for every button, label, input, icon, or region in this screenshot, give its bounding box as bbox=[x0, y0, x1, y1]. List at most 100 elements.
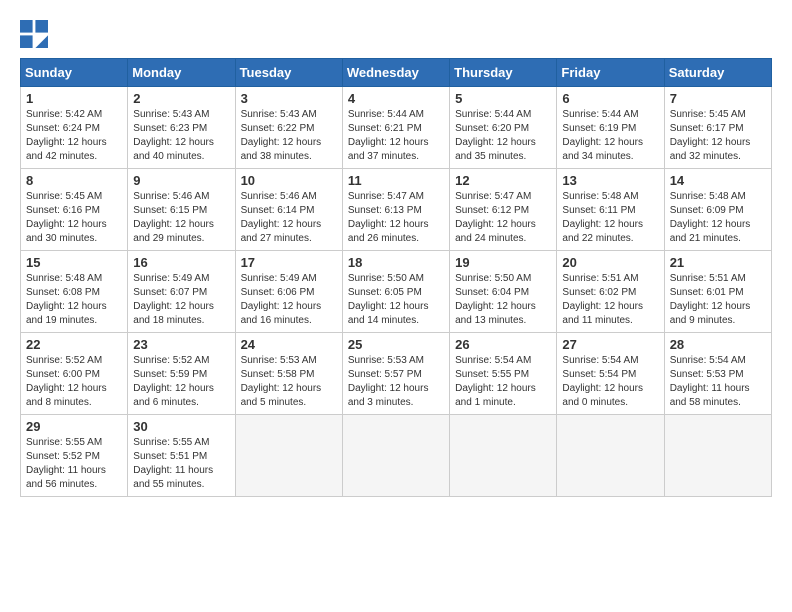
day-details: Sunrise: 5:54 AMSunset: 5:53 PMDaylight:… bbox=[670, 355, 750, 408]
day-details: Sunrise: 5:42 AMSunset: 6:24 PMDaylight:… bbox=[26, 109, 107, 162]
col-header-friday: Friday bbox=[557, 59, 664, 87]
week-row-1: 1 Sunrise: 5:42 AMSunset: 6:24 PMDaylight… bbox=[21, 87, 772, 169]
day-number: 27 bbox=[562, 337, 658, 352]
col-header-thursday: Thursday bbox=[450, 59, 557, 87]
day-number: 4 bbox=[348, 91, 444, 106]
week-row-3: 15 Sunrise: 5:48 AMSunset: 6:08 PMDayligh… bbox=[21, 251, 772, 333]
day-cell: 28 Sunrise: 5:54 AMSunset: 5:53 PMDayligh… bbox=[664, 333, 771, 415]
day-cell: 7 Sunrise: 5:45 AMSunset: 6:17 PMDaylight… bbox=[664, 87, 771, 169]
day-cell: 2 Sunrise: 5:43 AMSunset: 6:23 PMDaylight… bbox=[128, 87, 235, 169]
day-details: Sunrise: 5:51 AMSunset: 6:01 PMDaylight:… bbox=[670, 273, 751, 326]
day-number: 15 bbox=[26, 255, 122, 270]
day-details: Sunrise: 5:48 AMSunset: 6:09 PMDaylight:… bbox=[670, 191, 751, 244]
day-cell bbox=[664, 415, 771, 497]
week-row-5: 29Sunrise: 5:55 AMSunset: 5:52 PMDayligh… bbox=[21, 415, 772, 497]
day-number: 2 bbox=[133, 91, 229, 106]
day-details: Sunrise: 5:44 AMSunset: 6:21 PMDaylight:… bbox=[348, 109, 429, 162]
day-number: 5 bbox=[455, 91, 551, 106]
day-details: Sunrise: 5:50 AMSunset: 6:04 PMDaylight:… bbox=[455, 273, 536, 326]
day-details: Sunrise: 5:47 AMSunset: 6:13 PMDaylight:… bbox=[348, 191, 429, 244]
logo bbox=[20, 20, 52, 48]
day-number: 30 bbox=[133, 419, 229, 434]
day-cell: 27 Sunrise: 5:54 AMSunset: 5:54 PMDayligh… bbox=[557, 333, 664, 415]
day-cell bbox=[235, 415, 342, 497]
day-number: 21 bbox=[670, 255, 766, 270]
day-details: Sunrise: 5:50 AMSunset: 6:05 PMDaylight:… bbox=[348, 273, 429, 326]
day-cell: 10 Sunrise: 5:46 AMSunset: 6:14 PMDayligh… bbox=[235, 169, 342, 251]
day-cell: 1 Sunrise: 5:42 AMSunset: 6:24 PMDaylight… bbox=[21, 87, 128, 169]
day-number: 17 bbox=[241, 255, 337, 270]
day-details: Sunrise: 5:48 AMSunset: 6:11 PMDaylight:… bbox=[562, 191, 643, 244]
day-number: 7 bbox=[670, 91, 766, 106]
day-details: Sunrise: 5:45 AMSunset: 6:17 PMDaylight:… bbox=[670, 109, 751, 162]
day-number: 12 bbox=[455, 173, 551, 188]
day-details: Sunrise: 5:43 AMSunset: 6:23 PMDaylight:… bbox=[133, 109, 214, 162]
day-details: Sunrise: 5:44 AMSunset: 6:20 PMDaylight:… bbox=[455, 109, 536, 162]
day-details: Sunrise: 5:55 AMSunset: 5:52 PMDaylight:… bbox=[26, 437, 106, 490]
day-number: 16 bbox=[133, 255, 229, 270]
day-cell: 30Sunrise: 5:55 AMSunset: 5:51 PMDayligh… bbox=[128, 415, 235, 497]
day-cell: 3 Sunrise: 5:43 AMSunset: 6:22 PMDaylight… bbox=[235, 87, 342, 169]
day-cell: 5 Sunrise: 5:44 AMSunset: 6:20 PMDaylight… bbox=[450, 87, 557, 169]
day-number: 24 bbox=[241, 337, 337, 352]
day-cell: 8Sunrise: 5:45 AMSunset: 6:16 PMDaylight… bbox=[21, 169, 128, 251]
day-details: Sunrise: 5:43 AMSunset: 6:22 PMDaylight:… bbox=[241, 109, 322, 162]
day-cell: 14 Sunrise: 5:48 AMSunset: 6:09 PMDayligh… bbox=[664, 169, 771, 251]
day-cell: 13 Sunrise: 5:48 AMSunset: 6:11 PMDayligh… bbox=[557, 169, 664, 251]
col-header-sunday: Sunday bbox=[21, 59, 128, 87]
day-number: 23 bbox=[133, 337, 229, 352]
day-cell: 20 Sunrise: 5:51 AMSunset: 6:02 PMDayligh… bbox=[557, 251, 664, 333]
day-number: 10 bbox=[241, 173, 337, 188]
day-cell bbox=[450, 415, 557, 497]
day-number: 14 bbox=[670, 173, 766, 188]
header-row: SundayMondayTuesdayWednesdayThursdayFrid… bbox=[21, 59, 772, 87]
day-cell bbox=[557, 415, 664, 497]
day-number: 19 bbox=[455, 255, 551, 270]
col-header-saturday: Saturday bbox=[664, 59, 771, 87]
day-number: 3 bbox=[241, 91, 337, 106]
day-cell: 16 Sunrise: 5:49 AMSunset: 6:07 PMDayligh… bbox=[128, 251, 235, 333]
col-header-monday: Monday bbox=[128, 59, 235, 87]
col-header-tuesday: Tuesday bbox=[235, 59, 342, 87]
day-details: Sunrise: 5:44 AMSunset: 6:19 PMDaylight:… bbox=[562, 109, 643, 162]
day-details: Sunrise: 5:48 AMSunset: 6:08 PMDaylight:… bbox=[26, 273, 107, 326]
day-number: 22 bbox=[26, 337, 122, 352]
day-cell: 6 Sunrise: 5:44 AMSunset: 6:19 PMDaylight… bbox=[557, 87, 664, 169]
day-details: Sunrise: 5:53 AMSunset: 5:58 PMDaylight:… bbox=[241, 355, 322, 408]
day-cell: 11 Sunrise: 5:47 AMSunset: 6:13 PMDayligh… bbox=[342, 169, 449, 251]
day-number: 1 bbox=[26, 91, 122, 106]
day-cell: 25 Sunrise: 5:53 AMSunset: 5:57 PMDayligh… bbox=[342, 333, 449, 415]
day-details: Sunrise: 5:47 AMSunset: 6:12 PMDaylight:… bbox=[455, 191, 536, 244]
day-cell: 24 Sunrise: 5:53 AMSunset: 5:58 PMDayligh… bbox=[235, 333, 342, 415]
day-cell: 9Sunrise: 5:46 AMSunset: 6:15 PMDaylight… bbox=[128, 169, 235, 251]
week-row-2: 8Sunrise: 5:45 AMSunset: 6:16 PMDaylight… bbox=[21, 169, 772, 251]
day-cell bbox=[342, 415, 449, 497]
day-number: 20 bbox=[562, 255, 658, 270]
day-cell: 4 Sunrise: 5:44 AMSunset: 6:21 PMDaylight… bbox=[342, 87, 449, 169]
day-details: Sunrise: 5:54 AMSunset: 5:54 PMDaylight:… bbox=[562, 355, 643, 408]
day-details: Sunrise: 5:51 AMSunset: 6:02 PMDaylight:… bbox=[562, 273, 643, 326]
page-header bbox=[20, 20, 772, 48]
day-cell: 23 Sunrise: 5:52 AMSunset: 5:59 PMDayligh… bbox=[128, 333, 235, 415]
day-cell: 12 Sunrise: 5:47 AMSunset: 6:12 PMDayligh… bbox=[450, 169, 557, 251]
day-cell: 17Sunrise: 5:49 AMSunset: 6:06 PMDayligh… bbox=[235, 251, 342, 333]
week-row-4: 22Sunrise: 5:52 AMSunset: 6:00 PMDayligh… bbox=[21, 333, 772, 415]
day-details: Sunrise: 5:49 AMSunset: 6:07 PMDaylight:… bbox=[133, 273, 214, 326]
day-details: Sunrise: 5:53 AMSunset: 5:57 PMDaylight:… bbox=[348, 355, 429, 408]
day-number: 6 bbox=[562, 91, 658, 106]
day-number: 11 bbox=[348, 173, 444, 188]
day-details: Sunrise: 5:46 AMSunset: 6:14 PMDaylight:… bbox=[241, 191, 322, 244]
day-cell: 26Sunrise: 5:54 AMSunset: 5:55 PMDayligh… bbox=[450, 333, 557, 415]
day-cell: 18 Sunrise: 5:50 AMSunset: 6:05 PMDayligh… bbox=[342, 251, 449, 333]
day-number: 18 bbox=[348, 255, 444, 270]
day-cell: 22Sunrise: 5:52 AMSunset: 6:00 PMDayligh… bbox=[21, 333, 128, 415]
col-header-wednesday: Wednesday bbox=[342, 59, 449, 87]
day-details: Sunrise: 5:46 AMSunset: 6:15 PMDaylight:… bbox=[133, 191, 214, 244]
day-number: 13 bbox=[562, 173, 658, 188]
day-number: 28 bbox=[670, 337, 766, 352]
day-cell: 15 Sunrise: 5:48 AMSunset: 6:08 PMDayligh… bbox=[21, 251, 128, 333]
day-number: 25 bbox=[348, 337, 444, 352]
day-details: Sunrise: 5:52 AMSunset: 5:59 PMDaylight:… bbox=[133, 355, 214, 408]
day-cell: 21 Sunrise: 5:51 AMSunset: 6:01 PMDayligh… bbox=[664, 251, 771, 333]
day-cell: 29Sunrise: 5:55 AMSunset: 5:52 PMDayligh… bbox=[21, 415, 128, 497]
